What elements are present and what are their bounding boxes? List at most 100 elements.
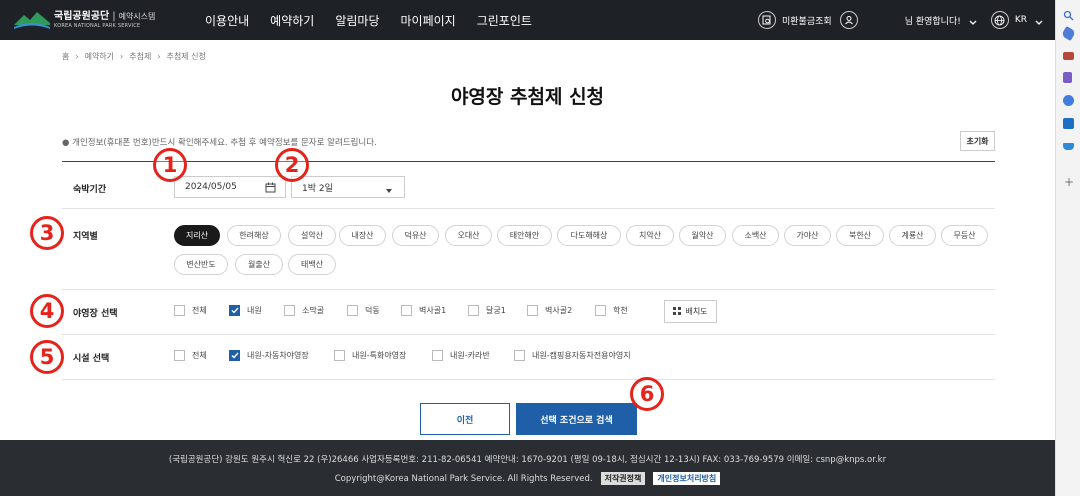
- nav-reservation[interactable]: 예약하기: [270, 12, 314, 29]
- nav-mypage[interactable]: 마이페이지: [401, 12, 456, 29]
- facility-checkbox-all[interactable]: 전체: [174, 350, 207, 361]
- privacy-policy-link[interactable]: 개인정보처리방침: [653, 472, 721, 485]
- nav-greenpoint[interactable]: 그린포인트: [477, 12, 532, 29]
- campsite-checkbox-hakcheon[interactable]: 학천: [595, 305, 628, 316]
- checkbox-box[interactable]: [284, 305, 295, 316]
- region-pill-chiaksan[interactable]: 치악산: [626, 225, 674, 246]
- breadcrumb-lottery[interactable]: 추첨제: [129, 51, 151, 62]
- outlook-icon[interactable]: [1063, 118, 1074, 129]
- refund-inquiry-link[interactable]: 미환불금조회: [782, 14, 832, 27]
- checkbox-label: 내원: [247, 306, 262, 315]
- checkbox-box[interactable]: [401, 305, 412, 316]
- checkbox-label: 내원-자동차야영장: [247, 351, 309, 360]
- region-pill-wolchulsan[interactable]: 월출산: [235, 254, 283, 275]
- campsite-checkbox-all[interactable]: 전체: [174, 305, 207, 316]
- reset-button[interactable]: 초기화: [960, 131, 995, 151]
- copyright-policy-link[interactable]: 저작권정책: [600, 472, 646, 485]
- stay-period-label: 숙박기간: [73, 185, 107, 195]
- grid-icon: [673, 306, 682, 317]
- welcome-text: 님 환영합니다!: [904, 16, 961, 27]
- checkbox-box[interactable]: [595, 305, 606, 316]
- checkbox-box[interactable]: [347, 305, 358, 316]
- language-chevron-down-icon[interactable]: [1035, 11, 1043, 30]
- facility-checkbox-special-camping[interactable]: 내원-특화야영장: [334, 350, 406, 361]
- nights-select[interactable]: 1박 2일: [291, 176, 405, 198]
- logo-subtitle: KOREA NATIONAL PARK SERVICE: [54, 22, 141, 29]
- region-pill-hallyeohaesang[interactable]: 한려해상: [227, 225, 281, 246]
- campsite-checkbox-byeoksagol2[interactable]: 벽사골2: [527, 305, 572, 316]
- top-header: 국립공원공단 | 예약시스템 KOREA NATIONAL PARK SERVICE…: [0, 0, 1055, 40]
- checkbox-label: 내원-카라반: [450, 351, 490, 360]
- caret-down-icon: [386, 186, 392, 196]
- checkbox-box[interactable]: [468, 305, 479, 316]
- region-pill-sobaeksan[interactable]: 소백산: [732, 225, 779, 246]
- site-logo[interactable]: 국립공원공단 | 예약시스템 KOREA NATIONAL PARK SERVICE: [14, 9, 155, 31]
- breadcrumb-separator-icon: ›: [157, 52, 161, 61]
- region-pill-mudeungsan[interactable]: 무등산: [941, 225, 988, 246]
- nav-notice[interactable]: 알림마당: [335, 12, 379, 29]
- region-pill-byeonsanbando[interactable]: 변산반도: [174, 254, 228, 275]
- region-pill-taeanhaean[interactable]: 태안해안: [497, 225, 552, 246]
- previous-button[interactable]: 이전: [420, 403, 510, 435]
- checkbox-box[interactable]: [174, 305, 185, 316]
- checkbox-label: 학천: [613, 306, 628, 315]
- campsite-checkbox-naewon[interactable]: 내원: [229, 305, 262, 316]
- checkbox-checked-icon[interactable]: [229, 350, 240, 361]
- annotation-marker-1: 1: [153, 148, 187, 182]
- campsite-checkbox-byeoksagol1[interactable]: 벽사골1: [401, 305, 446, 316]
- facility-checkbox-caravan[interactable]: 내원-카라반: [432, 350, 490, 361]
- search-icon[interactable]: [1063, 6, 1074, 21]
- nav-guide[interactable]: 이용안내: [205, 12, 249, 29]
- region-pill-dadohaehaesang[interactable]: 다도해해상: [557, 225, 621, 246]
- checkbox-checked-icon[interactable]: [229, 305, 240, 316]
- checkbox-label: 벽사골2: [545, 306, 573, 315]
- facility-checkbox-campervan[interactable]: 내원-캠핑용자동차전용야영지: [514, 350, 631, 361]
- campsite-checkbox-deokdong[interactable]: 덕동: [347, 305, 380, 316]
- breadcrumb-home[interactable]: 홈: [62, 51, 69, 62]
- region-pill-bukhansan[interactable]: 북한산: [836, 225, 884, 246]
- user-icon[interactable]: [839, 11, 858, 29]
- region-pill-seoraksan[interactable]: 설악산: [288, 225, 336, 246]
- checkbox-box[interactable]: [334, 350, 345, 361]
- region-pill-naejangsan[interactable]: 내장산: [339, 225, 386, 246]
- region-pill-gyeryongsan[interactable]: 계룡산: [889, 225, 936, 246]
- region-pill-gayasan[interactable]: 가야산: [784, 225, 831, 246]
- campsite-checkbox-dalgung1[interactable]: 달궁1: [468, 305, 506, 316]
- page: 국립공원공단 | 예약시스템 KOREA NATIONAL PARK SERVICE…: [0, 0, 1080, 496]
- breadcrumb: 홈 › 예약하기 › 추첨제 › 추첨제 신청: [62, 51, 212, 62]
- region-pill-woraksan[interactable]: 월악산: [679, 225, 726, 246]
- add-icon[interactable]: +: [1064, 176, 1074, 188]
- copilot-icon[interactable]: [1063, 95, 1074, 106]
- language-selector[interactable]: KR: [1015, 15, 1027, 25]
- campsite-checkbox-somakgol[interactable]: 소막골: [284, 305, 324, 316]
- refund-search-icon[interactable]: [758, 11, 776, 29]
- annotation-marker-5: 5: [30, 340, 64, 374]
- globe-icon[interactable]: [990, 11, 1009, 29]
- facility-checkbox-auto-camping[interactable]: 내원-자동차야영장: [229, 350, 309, 361]
- search-by-conditions-button[interactable]: 선택 조건으로 검색: [516, 403, 637, 435]
- breadcrumb-reservation[interactable]: 예약하기: [85, 51, 114, 62]
- privacy-notice: ● 개인정보(휴대폰 번호)반드시 확인해주세요. 추첨 후 예약정보를 문자로…: [62, 138, 377, 148]
- toolbox-icon[interactable]: [1063, 52, 1074, 60]
- campsite-label: 야영장 선택: [73, 309, 118, 319]
- logo-mountain-icon: [14, 9, 50, 31]
- region-pill-odaesan[interactable]: 오대산: [445, 225, 492, 246]
- checkbox-box[interactable]: [514, 350, 525, 361]
- chess-icon[interactable]: [1063, 72, 1072, 83]
- tag-icon[interactable]: [1060, 25, 1077, 42]
- annotation-marker-3: 3: [30, 216, 64, 250]
- checkbox-box[interactable]: [174, 350, 185, 361]
- calendar-icon[interactable]: [265, 182, 276, 196]
- checkbox-box[interactable]: [432, 350, 443, 361]
- region-pill-taebaeksan[interactable]: 태백산: [288, 254, 336, 275]
- facility-label: 시설 선택: [73, 354, 110, 364]
- layout-map-button[interactable]: 배치도: [664, 300, 717, 323]
- checkbox-box[interactable]: [527, 305, 538, 316]
- region-pill-jirisan[interactable]: 지리산: [174, 225, 220, 246]
- region-pill-deogyusan[interactable]: 덕유산: [392, 225, 439, 246]
- welcome-chevron-down-icon[interactable]: [969, 11, 977, 30]
- checkbox-label: 내원-캠핑용자동차전용야영지: [532, 351, 631, 360]
- cart-icon[interactable]: [1063, 143, 1074, 150]
- logo-reserve: 예약시스템: [118, 11, 156, 21]
- checkin-date-input[interactable]: 2024/05/05: [174, 176, 286, 198]
